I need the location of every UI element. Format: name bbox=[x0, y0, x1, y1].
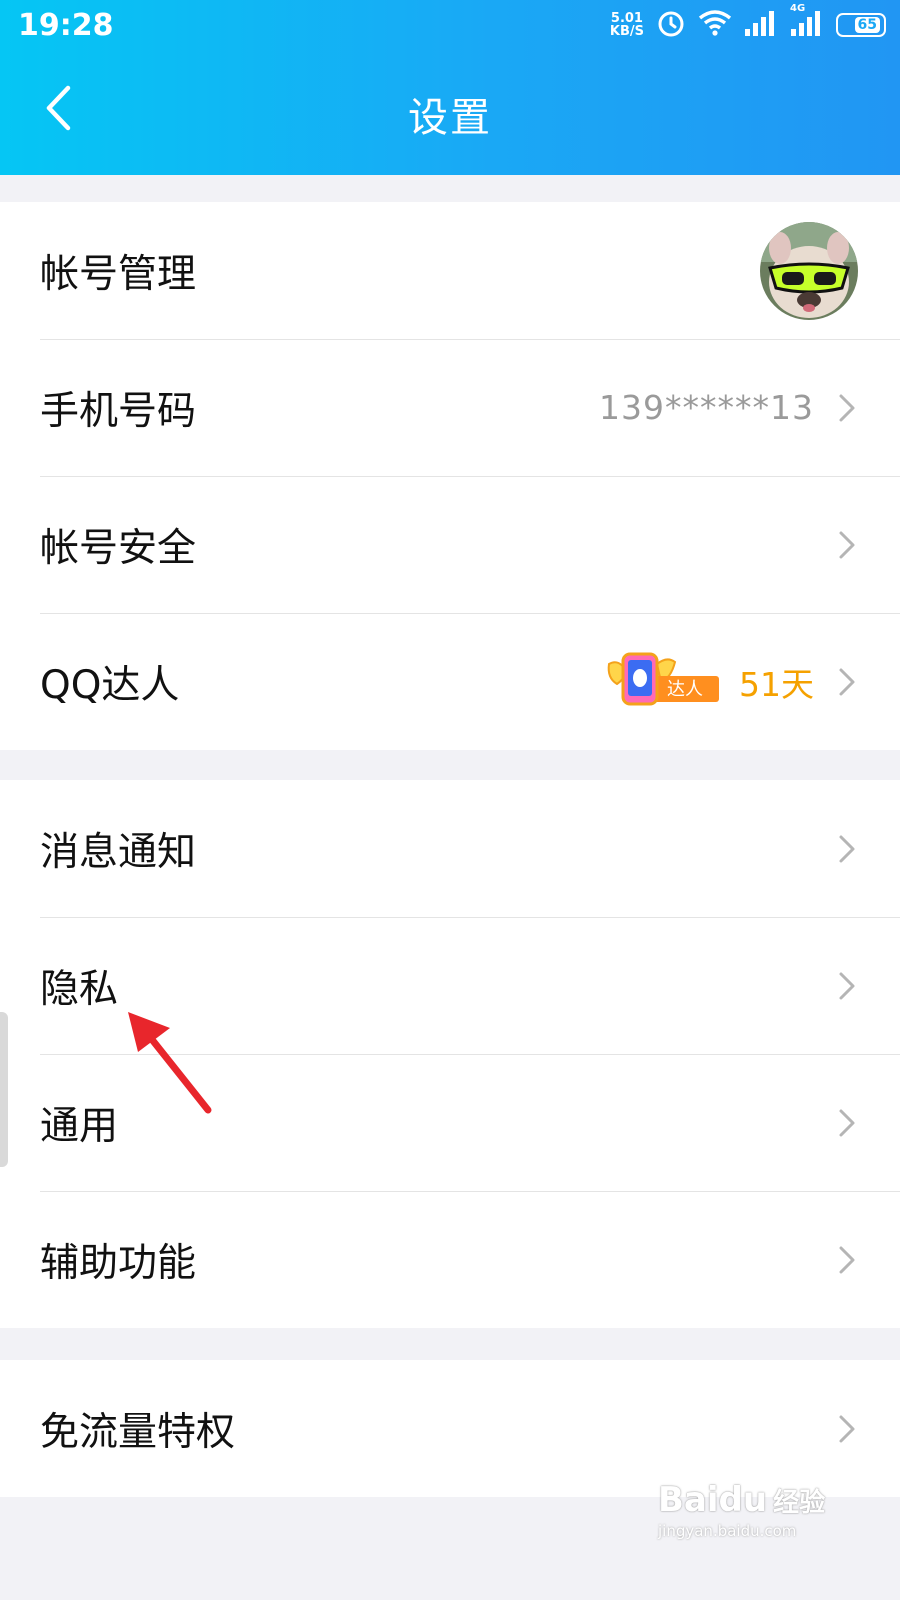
settings-item-qq-daren[interactable]: QQ达人 达人 51天 bbox=[0, 613, 900, 750]
network-speed-unit: KB/S bbox=[609, 24, 644, 39]
daren-badge-text: 达人 bbox=[667, 679, 703, 700]
daren-badge-icon: 达人 bbox=[605, 650, 723, 714]
battery-icon: 65 bbox=[836, 13, 886, 37]
status-time: 19:28 bbox=[18, 8, 114, 43]
settings-item-label: 手机号码 bbox=[40, 388, 197, 434]
watermark: Baidu 经验 jingyan.baidu.com bbox=[658, 1480, 838, 1552]
phone-number-value: 139******13 bbox=[599, 388, 814, 427]
page-title: 设置 bbox=[408, 95, 492, 141]
network-speed: 5.01 KB/S bbox=[610, 12, 644, 38]
chevron-right-icon bbox=[838, 393, 856, 423]
alarm-icon bbox=[656, 8, 686, 42]
signal-4g-icon: 4G bbox=[790, 3, 824, 41]
settings-item-free-data-privilege[interactable]: 免流量特权 bbox=[0, 1360, 900, 1497]
chevron-right-icon bbox=[838, 1108, 856, 1138]
status-bar: 19:28 5.01 KB/S 4G 65 bbox=[0, 0, 900, 52]
settings-item-label: 免流量特权 bbox=[40, 1409, 236, 1455]
title-bar: 19:28 5.01 KB/S 4G 65 设置 bbox=[0, 0, 900, 175]
chevron-right-icon bbox=[838, 1245, 856, 1275]
settings-item-label: QQ达人 bbox=[40, 662, 180, 708]
settings-item-accessibility[interactable]: 辅助功能 bbox=[0, 1191, 900, 1328]
avatar[interactable] bbox=[760, 221, 858, 320]
watermark-logo: Baidu 经验 bbox=[658, 1480, 838, 1520]
settings-item-notifications[interactable]: 消息通知 bbox=[0, 780, 900, 917]
edge-handle[interactable] bbox=[0, 1012, 8, 1167]
signal-icon bbox=[744, 9, 778, 41]
settings-item-label: 辅助功能 bbox=[40, 1240, 197, 1286]
chevron-right-icon bbox=[838, 530, 856, 560]
annotation-arrow bbox=[120, 1008, 230, 1120]
chevron-right-icon bbox=[838, 1414, 856, 1444]
status-icons: 5.01 KB/S 4G 65 bbox=[610, 3, 886, 44]
wifi-icon bbox=[698, 9, 732, 41]
daren-status: 达人 51天 bbox=[605, 650, 814, 714]
chevron-right-icon bbox=[838, 971, 856, 1001]
settings-item-label: 隐私 bbox=[40, 966, 119, 1012]
watermark-url: jingyan.baidu.com bbox=[658, 1522, 797, 1540]
settings-item-phone-number[interactable]: 手机号码 139******13 bbox=[0, 339, 900, 476]
settings-item-label: 帐号安全 bbox=[40, 525, 197, 571]
network-type: 4G bbox=[790, 3, 806, 14]
settings-item-label: 帐号管理 bbox=[40, 251, 197, 297]
watermark-logo-cn: 经验 bbox=[773, 1488, 826, 1518]
settings-item-account-management[interactable]: 帐号管理 bbox=[0, 202, 900, 339]
battery-level: 65 bbox=[854, 17, 880, 33]
account-section: 帐号管理 手机号码 139******13 帐号安全 QQ达人 达人 51天 bbox=[0, 202, 900, 750]
chevron-right-icon bbox=[838, 667, 856, 697]
chevron-right-icon bbox=[838, 834, 856, 864]
watermark-logo-text: Baidu bbox=[658, 1480, 768, 1520]
settings-item-label: 消息通知 bbox=[40, 829, 197, 875]
daren-days: 51天 bbox=[739, 664, 814, 704]
settings-item-account-security[interactable]: 帐号安全 bbox=[0, 476, 900, 613]
privilege-section: 免流量特权 bbox=[0, 1360, 900, 1497]
